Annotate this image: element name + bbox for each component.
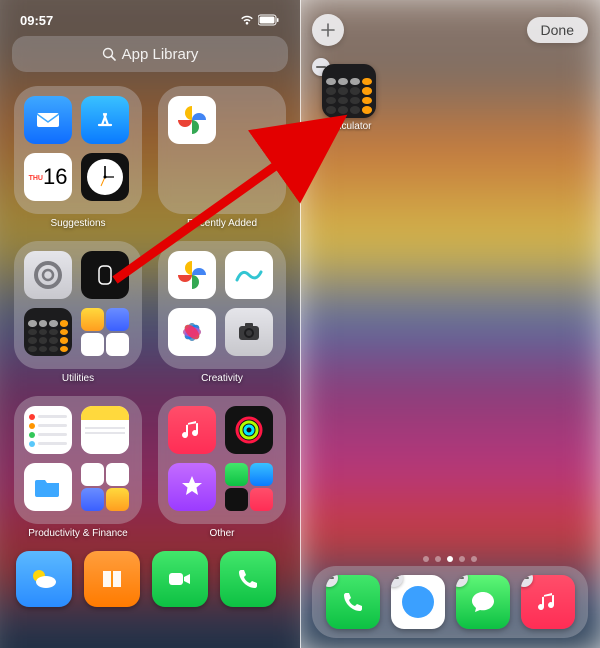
nested-folder[interactable]: [81, 463, 129, 511]
page-dot[interactable]: [447, 556, 453, 562]
remove-badge[interactable]: [521, 575, 533, 587]
camera-icon[interactable]: [225, 308, 273, 356]
shortcuts-tiny-icon: [106, 308, 129, 331]
minus-icon: [326, 577, 334, 579]
group-label: Other: [156, 528, 288, 539]
page-dot[interactable]: [435, 556, 441, 562]
calculator-app-icon[interactable]: [322, 64, 376, 118]
minus-icon: [456, 577, 464, 579]
nested-folder[interactable]: [81, 308, 129, 356]
shortcuts-tiny-icon: [81, 488, 104, 511]
page-dot[interactable]: [471, 556, 477, 562]
notes-icon[interactable]: [81, 406, 129, 454]
page-indicator[interactable]: [300, 556, 600, 562]
page-dot[interactable]: [459, 556, 465, 562]
dock-messages[interactable]: [456, 575, 510, 629]
photos-icon[interactable]: [168, 308, 216, 356]
home-app-calculator[interactable]: Calculator: [318, 64, 380, 132]
search-icon: [102, 47, 116, 61]
app-label: Calculator: [318, 121, 380, 132]
group-label: Suggestions: [12, 218, 144, 229]
group-productivity-&-finance[interactable]: Productivity & Finance: [12, 396, 144, 539]
dock-music[interactable]: [521, 575, 575, 629]
dock-safari[interactable]: [391, 575, 445, 629]
books-app[interactable]: [84, 551, 140, 607]
appstore-icon[interactable]: [81, 96, 129, 144]
done-button[interactable]: Done: [527, 17, 588, 43]
minus-icon: [521, 577, 529, 579]
facetime-app[interactable]: [152, 551, 208, 607]
appletv-tiny-icon: [225, 488, 248, 511]
clock-icon[interactable]: [81, 153, 129, 201]
status-icons: [240, 14, 280, 26]
music-icon[interactable]: [168, 406, 216, 454]
plus-icon: [320, 22, 336, 38]
group-label: Productivity & Finance: [12, 528, 144, 539]
watch-icon[interactable]: [81, 251, 129, 299]
fitness-icon[interactable]: [225, 406, 273, 454]
mail-icon[interactable]: [24, 96, 72, 144]
freeform-tiny-icon: [81, 463, 104, 486]
search-placeholder: App Library: [122, 46, 199, 63]
group-creativity[interactable]: Creativity: [156, 241, 288, 384]
facetime-tiny-icon: [225, 463, 248, 486]
app-library-search[interactable]: App Library: [12, 36, 288, 72]
group-utilities[interactable]: Utilities: [12, 241, 144, 384]
tips-tiny-icon: [106, 488, 129, 511]
remove-badge[interactable]: [326, 575, 338, 587]
group-recently-added[interactable]: Recently Added: [156, 86, 288, 229]
dock: [312, 566, 588, 638]
add-widget-button[interactable]: [312, 14, 344, 46]
settings-icon[interactable]: [24, 251, 72, 299]
weather-app[interactable]: [16, 551, 72, 607]
remove-badge[interactable]: [456, 575, 468, 587]
calendar-icon[interactable]: THU16: [24, 153, 72, 201]
appstore-tiny-icon: [250, 463, 273, 486]
group-label: Utilities: [12, 373, 144, 384]
group-other[interactable]: Other: [156, 396, 288, 539]
page-dot[interactable]: [423, 556, 429, 562]
files-icon[interactable]: [24, 463, 72, 511]
starapp-icon[interactable]: [168, 463, 216, 511]
calendar-tiny-icon: [81, 333, 104, 356]
status-bar: 09:57: [12, 10, 288, 30]
freeform-icon[interactable]: [225, 251, 273, 299]
reminders-icon[interactable]: [24, 406, 72, 454]
calendar-tiny-icon: [106, 463, 129, 486]
group-label: Creativity: [156, 373, 288, 384]
phone-app[interactable]: [220, 551, 276, 607]
group-suggestions[interactable]: THU16 Suggestions: [12, 86, 144, 229]
googlephotos-icon[interactable]: [168, 251, 216, 299]
dock-phone[interactable]: [326, 575, 380, 629]
nested-folder[interactable]: [225, 463, 273, 511]
music-tiny-icon: [250, 488, 273, 511]
googlephotos-icon[interactable]: [168, 96, 216, 144]
tips-tiny-icon: [81, 308, 104, 331]
wifi-icon: [240, 14, 254, 26]
minus-icon: [391, 577, 399, 579]
group-label: Recently Added: [156, 218, 288, 229]
freeform-tiny-icon: [106, 333, 129, 356]
status-time: 09:57: [20, 13, 53, 28]
calc-icon[interactable]: [24, 308, 72, 356]
battery-icon: [258, 14, 280, 26]
